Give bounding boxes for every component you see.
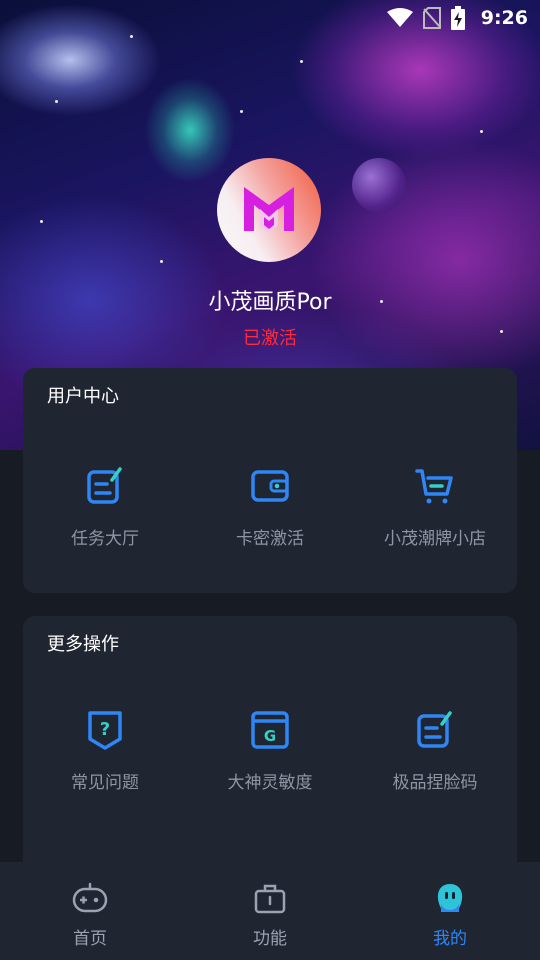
- tab-home[interactable]: 首页: [30, 882, 150, 949]
- user-center-card: 用户中心 任务大厅 卡密激活 小茂潮牌小店: [23, 368, 517, 593]
- star-decoration: [300, 60, 303, 63]
- user-center-title: 用户中心: [47, 386, 119, 407]
- more-actions-title: 更多操作: [47, 634, 119, 655]
- tab-mine[interactable]: 我的: [390, 882, 510, 949]
- bottom-tab-bar: 首页 功能 我的: [0, 862, 540, 960]
- no-sim-icon: [422, 7, 441, 29]
- faq-icon: ?: [88, 711, 122, 750]
- wallet-icon: [251, 470, 289, 502]
- face-code-icon: [417, 711, 452, 748]
- tab-home-label: 首页: [73, 929, 107, 949]
- avatar[interactable]: [217, 158, 321, 262]
- face-code-button[interactable]: 极品捏脸码: [353, 710, 517, 793]
- mascot-icon: [437, 884, 463, 912]
- card-activation-label: 卡密激活: [236, 529, 304, 549]
- brand-shop-label: 小茂潮牌小店: [384, 529, 486, 549]
- tab-features-label: 功能: [253, 929, 287, 949]
- face-code-label: 极品捏脸码: [392, 773, 478, 793]
- card-activation-button[interactable]: 卡密激活: [188, 466, 352, 549]
- star-decoration: [55, 100, 58, 103]
- sensitivity-glyph: G: [264, 727, 276, 745]
- gamepad-icon: [72, 882, 108, 913]
- task-hall-label: 任务大厅: [71, 529, 139, 549]
- app-logo-icon: [244, 187, 294, 233]
- activation-status: 已激活: [243, 328, 297, 349]
- faq-label: 常见问题: [71, 773, 139, 793]
- wifi-icon: [386, 8, 413, 27]
- toolbox-icon: [254, 884, 286, 914]
- tab-mine-label: 我的: [433, 929, 467, 949]
- brand-shop-button[interactable]: 小茂潮牌小店: [353, 466, 517, 549]
- username: 小茂画质Por: [208, 290, 332, 315]
- task-icon: [87, 467, 122, 504]
- star-decoration: [240, 110, 243, 113]
- pro-sensitivity-button[interactable]: G 大神灵敏度: [188, 710, 352, 793]
- faq-button[interactable]: ? 常见问题: [23, 710, 187, 793]
- star-decoration: [480, 130, 483, 133]
- battery-charging-icon: [450, 6, 465, 30]
- pro-sensitivity-label: 大神灵敏度: [227, 773, 313, 793]
- tab-features[interactable]: 功能: [210, 882, 330, 949]
- clock-time: 9:26: [480, 7, 528, 29]
- status-bar: 9:26: [0, 0, 540, 36]
- cart-icon: [415, 469, 453, 504]
- faq-glyph: ?: [100, 719, 110, 740]
- star-decoration: [40, 220, 43, 223]
- sensitivity-icon: G: [251, 711, 289, 749]
- planet-decoration: [352, 158, 406, 212]
- star-decoration: [160, 260, 163, 263]
- task-hall-button[interactable]: 任务大厅: [23, 466, 187, 549]
